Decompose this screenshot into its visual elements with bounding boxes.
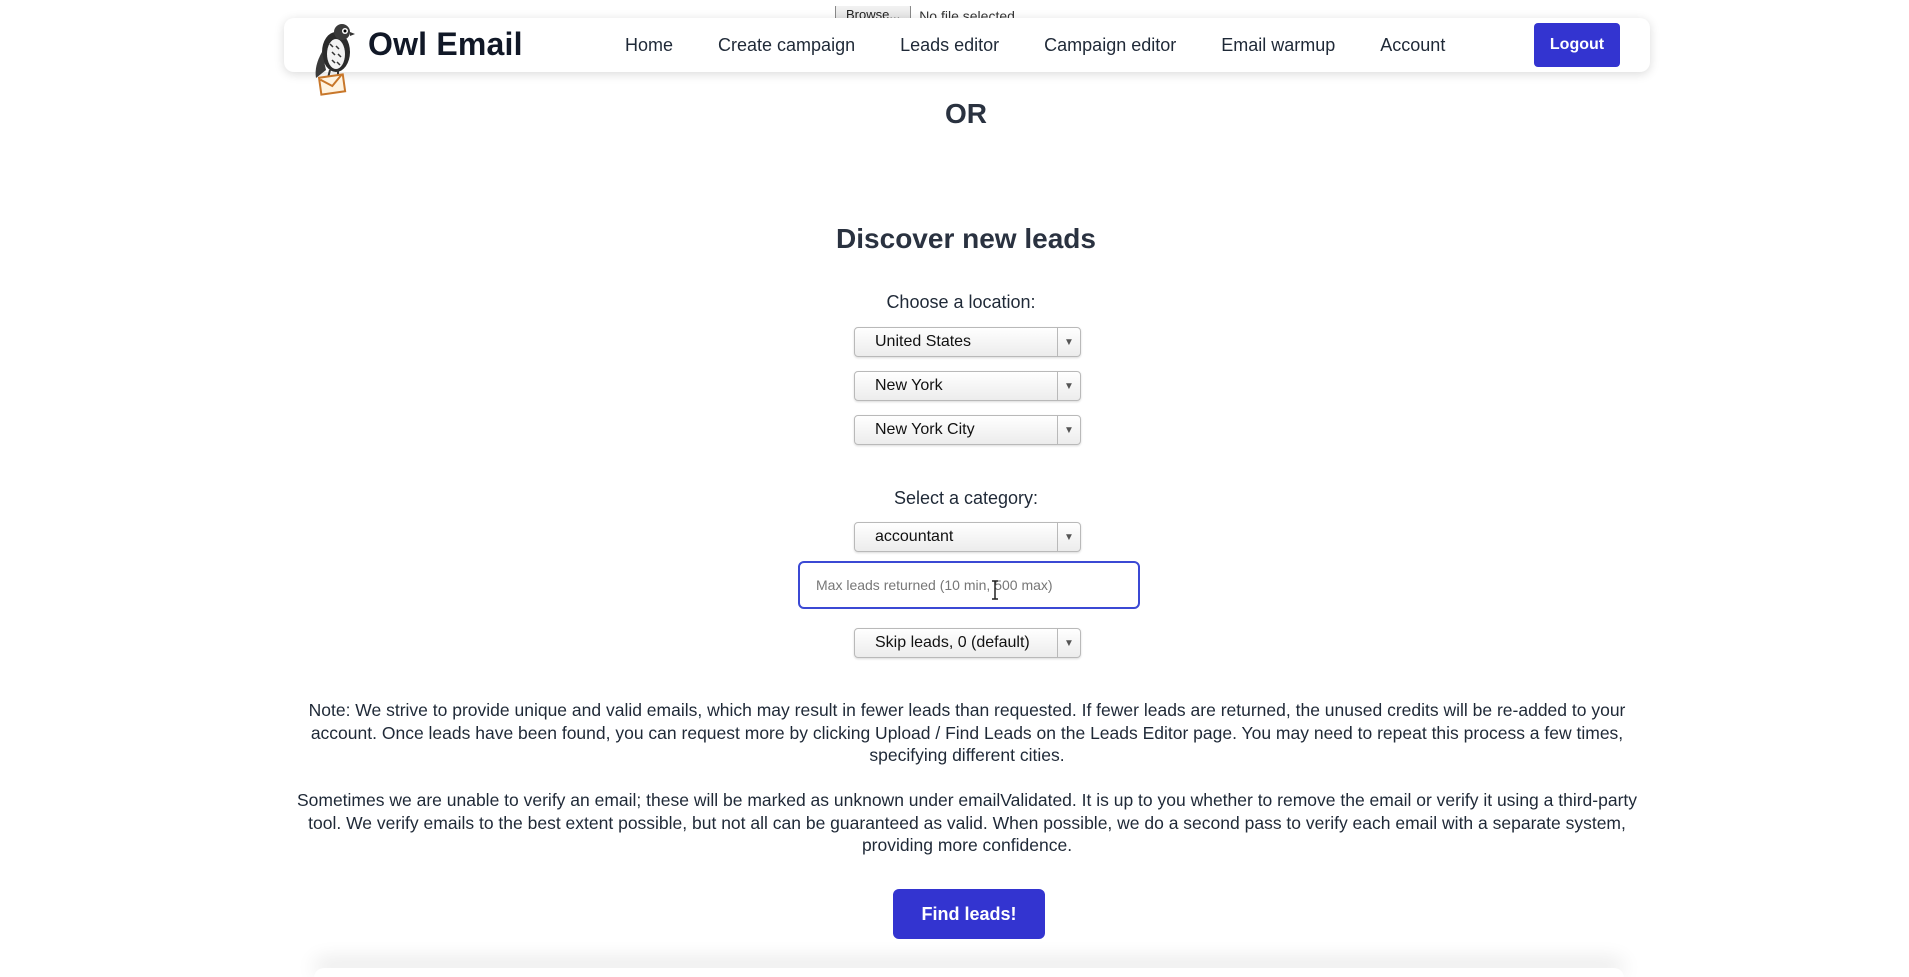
chevron-down-icon: ▼ <box>1057 372 1080 400</box>
find-leads-button[interactable]: Find leads! <box>893 889 1045 939</box>
top-navbar: Owl Email Home Create campaign Leads edi… <box>284 18 1650 96</box>
chevron-down-icon: ▼ <box>1057 416 1080 444</box>
state-select[interactable]: New York ▼ <box>854 371 1081 401</box>
country-value: United States <box>875 333 972 350</box>
max-leads-input[interactable] <box>798 561 1140 609</box>
page: Browse... No file selected. Owl Email Ho… <box>0 0 1909 977</box>
brand-name[interactable]: Owl Email <box>368 26 523 63</box>
state-value: New York <box>875 377 943 394</box>
nav-campaign-editor[interactable]: Campaign editor <box>1044 35 1176 56</box>
owl-logo-icon[interactable] <box>304 22 364 98</box>
skip-leads-value: Skip leads, 0 (default) <box>875 634 1030 651</box>
logout-button[interactable]: Logout <box>1534 23 1620 67</box>
nav-leads-editor[interactable]: Leads editor <box>900 35 999 56</box>
chevron-down-icon: ▼ <box>1057 629 1080 657</box>
discover-leads-title: Discover new leads <box>836 223 1096 254</box>
category-select[interactable]: accountant ▼ <box>854 522 1081 552</box>
country-select[interactable]: United States ▼ <box>854 327 1081 357</box>
or-divider-text: OR <box>945 98 987 129</box>
text-cursor-icon <box>992 580 998 600</box>
category-value: accountant <box>875 528 954 545</box>
footer-edge <box>314 968 1624 977</box>
location-label: Choose a location: <box>886 292 1036 312</box>
note-paragraph: Note: We strive to provide unique and va… <box>308 700 1626 765</box>
nav-home[interactable]: Home <box>625 35 673 56</box>
city-value: New York City <box>875 421 975 438</box>
chevron-down-icon: ▼ <box>1057 523 1080 551</box>
skip-leads-select[interactable]: Skip leads, 0 (default) ▼ <box>854 628 1081 658</box>
nav-create-campaign[interactable]: Create campaign <box>718 35 855 56</box>
city-select[interactable]: New York City ▼ <box>854 415 1081 445</box>
nav-email-warmup[interactable]: Email warmup <box>1221 35 1335 56</box>
nav-links: Home Create campaign Leads editor Campai… <box>625 18 1445 72</box>
nav-account[interactable]: Account <box>1380 35 1445 56</box>
chevron-down-icon: ▼ <box>1057 328 1080 356</box>
verification-paragraph: Sometimes we are unable to verify an ema… <box>296 790 1638 855</box>
category-label: Select a category: <box>893 488 1039 508</box>
